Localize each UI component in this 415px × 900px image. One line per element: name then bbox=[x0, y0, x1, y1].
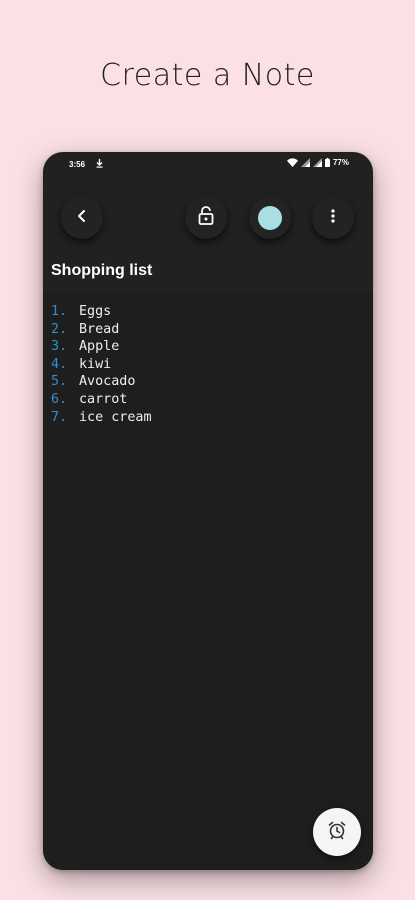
download-icon bbox=[96, 159, 103, 170]
chevron-left-icon bbox=[76, 209, 88, 228]
more-vertical-icon bbox=[331, 208, 335, 229]
more-options-button[interactable] bbox=[312, 197, 354, 239]
list-item-number: 2. bbox=[51, 321, 68, 337]
promo-title: Create a Note bbox=[100, 58, 315, 93]
back-button[interactable] bbox=[61, 197, 103, 239]
signal-icon bbox=[312, 158, 322, 167]
list-item: 3. Apple bbox=[51, 338, 152, 356]
signal-icon bbox=[300, 158, 310, 167]
note-color-button[interactable] bbox=[249, 197, 291, 239]
note-title[interactable]: Shopping list bbox=[51, 262, 152, 280]
note-toolbar bbox=[43, 192, 373, 242]
list-item-number: 6. bbox=[51, 391, 68, 407]
status-icons: 77% bbox=[286, 158, 349, 167]
lock-icon bbox=[198, 206, 214, 230]
reminder-button[interactable] bbox=[313, 808, 361, 856]
battery-percent: 77% bbox=[332, 158, 349, 167]
list-item-text: Avocado bbox=[79, 374, 136, 390]
note-list: 1. Eggs 2. Bread 3. Apple 4. kiwi 5. Avocado 6. car… bbox=[51, 303, 152, 426]
note-body[interactable]: 1. Eggs 2. Bread 3. Apple 4. kiwi 5. Avocado 6. car… bbox=[43, 293, 373, 870]
color-dot-icon bbox=[258, 206, 282, 230]
list-item-number: 5. bbox=[51, 374, 68, 390]
list-item-number: 4. bbox=[51, 356, 68, 372]
battery-icon bbox=[324, 158, 330, 167]
phone-screen: 3:56 77% Shopping list 1. Eggs 2. Bread … bbox=[43, 152, 373, 870]
list-item-number: 3. bbox=[51, 339, 68, 355]
status-bar: 3:56 77% bbox=[43, 152, 373, 178]
list-item-text: Eggs bbox=[79, 304, 112, 319]
list-item-text: Bread bbox=[79, 321, 120, 337]
list-item: 6. carrot bbox=[51, 391, 152, 409]
alarm-clock-icon bbox=[327, 820, 347, 845]
list-item: 7. ice cream bbox=[51, 409, 152, 427]
list-item-text: ice cream bbox=[79, 409, 152, 425]
list-item-number: 1. bbox=[51, 304, 68, 319]
list-item-number: 7. bbox=[51, 409, 68, 425]
list-item: 4. kiwi bbox=[51, 356, 152, 374]
list-item-text: Apple bbox=[79, 339, 120, 355]
list-item-text: carrot bbox=[79, 391, 128, 407]
list-item: 5. Avocado bbox=[51, 373, 152, 391]
status-time: 3:56 bbox=[69, 160, 86, 169]
list-item-text: kiwi bbox=[79, 356, 112, 372]
list-item: 1. Eggs bbox=[51, 303, 152, 321]
lock-button[interactable] bbox=[185, 197, 227, 239]
wifi-icon bbox=[286, 158, 298, 167]
list-item: 2. Bread bbox=[51, 321, 152, 339]
